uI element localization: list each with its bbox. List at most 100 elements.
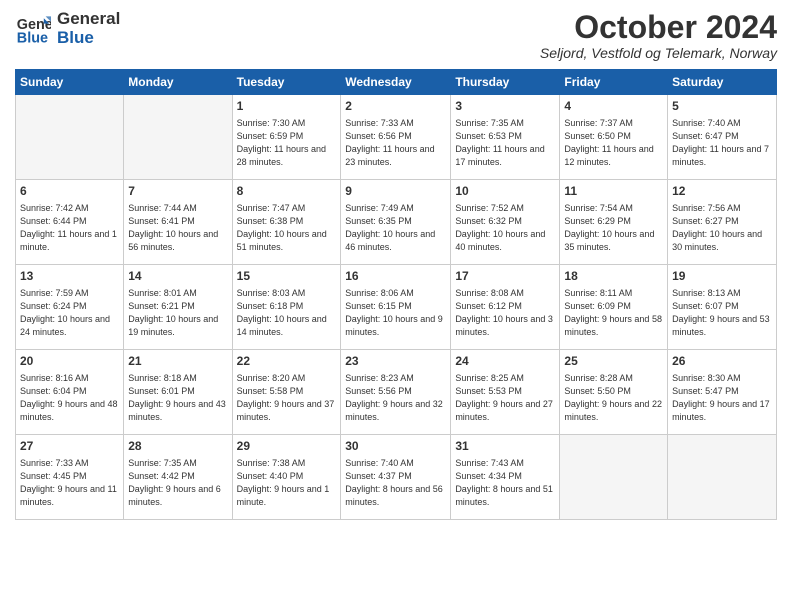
- calendar-cell: 18Sunrise: 8:11 AM Sunset: 6:09 PM Dayli…: [560, 265, 668, 350]
- calendar-cell: 30 Sunrise: 7:40 AM Sunset: 4:37 PM Dayli…: [341, 435, 451, 520]
- calendar-cell: 9 Sunrise: 7:49 AM Sunset: 6:35 PM Daylig…: [341, 180, 451, 265]
- day-number: 26: [672, 353, 772, 370]
- day-info: Sunrise: 7:40 AM Sunset: 6:47 PM Dayligh…: [672, 117, 772, 169]
- day-info: Sunrise: 7:54 AM Sunset: 6:29 PM Dayligh…: [564, 202, 663, 254]
- day-info: Sunrise: 8:01 AM Sunset: 6:21 PM Dayligh…: [128, 287, 227, 339]
- calendar-cell: 17 Sunrise: 8:08 AM Sunset: 6:12 PM Dayli…: [451, 265, 560, 350]
- calendar-cell: [16, 95, 124, 180]
- day-info: Sunrise: 7:33 AM Sunset: 4:45 PM Dayligh…: [20, 457, 119, 509]
- logo-general: General: [57, 10, 120, 29]
- calendar-cell: 7 Sunrise: 7:44 AM Sunset: 6:41 PM Daylig…: [124, 180, 232, 265]
- header: General Blue General Blue October 2024 S…: [15, 10, 777, 61]
- day-number: 2: [345, 98, 446, 115]
- day-info: Sunrise: 7:30 AM Sunset: 6:59 PM Dayligh…: [237, 117, 337, 169]
- day-number: 6: [20, 183, 119, 200]
- day-info: Sunrise: 7:35 AM Sunset: 6:53 PM Dayligh…: [455, 117, 555, 169]
- calendar-cell: 23 Sunrise: 8:23 AM Sunset: 5:56 PM Dayli…: [341, 350, 451, 435]
- calendar-cell: [668, 435, 777, 520]
- day-info: Sunrise: 7:37 AM Sunset: 6:50 PM Dayligh…: [564, 117, 663, 169]
- weekday-header-friday: Friday: [560, 70, 668, 95]
- day-number: 23: [345, 353, 446, 370]
- subtitle: Seljord, Vestfold og Telemark, Norway: [540, 45, 777, 61]
- weekday-header-wednesday: Wednesday: [341, 70, 451, 95]
- day-info: Sunrise: 8:08 AM Sunset: 6:12 PM Dayligh…: [455, 287, 555, 339]
- calendar-cell: 3 Sunrise: 7:35 AM Sunset: 6:53 PM Daylig…: [451, 95, 560, 180]
- calendar-cell: 6 Sunrise: 7:42 AM Sunset: 6:44 PM Daylig…: [16, 180, 124, 265]
- calendar-cell: 5Sunrise: 7:40 AM Sunset: 6:47 PM Daylig…: [668, 95, 777, 180]
- logo: General Blue General Blue: [15, 10, 120, 47]
- calendar-cell: 10 Sunrise: 7:52 AM Sunset: 6:32 PM Dayli…: [451, 180, 560, 265]
- calendar-body: 1 Sunrise: 7:30 AM Sunset: 6:59 PM Daylig…: [16, 95, 777, 520]
- calendar-cell: 12Sunrise: 7:56 AM Sunset: 6:27 PM Dayli…: [668, 180, 777, 265]
- calendar-cell: 16Sunrise: 8:06 AM Sunset: 6:15 PM Dayli…: [341, 265, 451, 350]
- calendar-cell: 22 Sunrise: 8:20 AM Sunset: 5:58 PM Dayli…: [232, 350, 341, 435]
- day-info: Sunrise: 7:56 AM Sunset: 6:27 PM Dayligh…: [672, 202, 772, 254]
- day-number: 24: [455, 353, 555, 370]
- title-area: October 2024 Seljord, Vestfold og Telema…: [540, 10, 777, 61]
- day-number: 1: [237, 98, 337, 115]
- day-info: Sunrise: 8:30 AM Sunset: 5:47 PM Dayligh…: [672, 372, 772, 424]
- calendar-cell: 11 Sunrise: 7:54 AM Sunset: 6:29 PM Dayli…: [560, 180, 668, 265]
- day-info: Sunrise: 7:47 AM Sunset: 6:38 PM Dayligh…: [237, 202, 337, 254]
- day-number: 20: [20, 353, 119, 370]
- day-info: Sunrise: 7:52 AM Sunset: 6:32 PM Dayligh…: [455, 202, 555, 254]
- day-info: Sunrise: 7:43 AM Sunset: 4:34 PM Dayligh…: [455, 457, 555, 509]
- day-number: 29: [237, 438, 337, 455]
- calendar-week-3: 13 Sunrise: 7:59 AM Sunset: 6:24 PM Dayli…: [16, 265, 777, 350]
- day-info: Sunrise: 8:06 AM Sunset: 6:15 PM Dayligh…: [345, 287, 446, 339]
- calendar-header-row: SundayMondayTuesdayWednesdayThursdayFrid…: [16, 70, 777, 95]
- day-info: Sunrise: 8:13 AM Sunset: 6:07 PM Dayligh…: [672, 287, 772, 339]
- day-info: Sunrise: 8:23 AM Sunset: 5:56 PM Dayligh…: [345, 372, 446, 424]
- day-number: 28: [128, 438, 227, 455]
- day-number: 13: [20, 268, 119, 285]
- day-info: Sunrise: 7:40 AM Sunset: 4:37 PM Dayligh…: [345, 457, 446, 509]
- calendar-table: SundayMondayTuesdayWednesdayThursdayFrid…: [15, 69, 777, 520]
- day-number: 22: [237, 353, 337, 370]
- svg-text:Blue: Blue: [17, 30, 48, 46]
- calendar-cell: 20Sunrise: 8:16 AM Sunset: 6:04 PM Dayli…: [16, 350, 124, 435]
- day-number: 30: [345, 438, 446, 455]
- calendar-week-5: 27 Sunrise: 7:33 AM Sunset: 4:45 PM Dayli…: [16, 435, 777, 520]
- day-number: 21: [128, 353, 227, 370]
- day-info: Sunrise: 7:44 AM Sunset: 6:41 PM Dayligh…: [128, 202, 227, 254]
- day-number: 17: [455, 268, 555, 285]
- day-number: 7: [128, 183, 227, 200]
- day-number: 15: [237, 268, 337, 285]
- day-number: 11: [564, 183, 663, 200]
- day-info: Sunrise: 8:25 AM Sunset: 5:53 PM Dayligh…: [455, 372, 555, 424]
- calendar-cell: 24 Sunrise: 8:25 AM Sunset: 5:53 PM Dayli…: [451, 350, 560, 435]
- day-number: 4: [564, 98, 663, 115]
- weekday-header-monday: Monday: [124, 70, 232, 95]
- day-number: 9: [345, 183, 446, 200]
- calendar-cell: [560, 435, 668, 520]
- weekday-header-saturday: Saturday: [668, 70, 777, 95]
- calendar-week-4: 20Sunrise: 8:16 AM Sunset: 6:04 PM Dayli…: [16, 350, 777, 435]
- day-number: 10: [455, 183, 555, 200]
- calendar-cell: 15Sunrise: 8:03 AM Sunset: 6:18 PM Dayli…: [232, 265, 341, 350]
- day-info: Sunrise: 8:28 AM Sunset: 5:50 PM Dayligh…: [564, 372, 663, 424]
- day-info: Sunrise: 8:11 AM Sunset: 6:09 PM Dayligh…: [564, 287, 663, 339]
- calendar-cell: 19Sunrise: 8:13 AM Sunset: 6:07 PM Dayli…: [668, 265, 777, 350]
- day-number: 8: [237, 183, 337, 200]
- logo-blue: Blue: [57, 29, 120, 48]
- day-info: Sunrise: 7:49 AM Sunset: 6:35 PM Dayligh…: [345, 202, 446, 254]
- day-info: Sunrise: 7:35 AM Sunset: 4:42 PM Dayligh…: [128, 457, 227, 509]
- day-number: 3: [455, 98, 555, 115]
- calendar-cell: 29Sunrise: 7:38 AM Sunset: 4:40 PM Dayli…: [232, 435, 341, 520]
- page: General Blue General Blue October 2024 S…: [0, 0, 792, 612]
- calendar-cell: 4 Sunrise: 7:37 AM Sunset: 6:50 PM Daylig…: [560, 95, 668, 180]
- calendar-cell: 31 Sunrise: 7:43 AM Sunset: 4:34 PM Dayli…: [451, 435, 560, 520]
- day-info: Sunrise: 8:20 AM Sunset: 5:58 PM Dayligh…: [237, 372, 337, 424]
- day-number: 27: [20, 438, 119, 455]
- main-title: October 2024: [540, 10, 777, 45]
- day-info: Sunrise: 7:59 AM Sunset: 6:24 PM Dayligh…: [20, 287, 119, 339]
- weekday-header-tuesday: Tuesday: [232, 70, 341, 95]
- calendar-cell: 26 Sunrise: 8:30 AM Sunset: 5:47 PM Dayli…: [668, 350, 777, 435]
- weekday-header-sunday: Sunday: [16, 70, 124, 95]
- day-info: Sunrise: 7:42 AM Sunset: 6:44 PM Dayligh…: [20, 202, 119, 254]
- day-number: 25: [564, 353, 663, 370]
- calendar-cell: 14Sunrise: 8:01 AM Sunset: 6:21 PM Dayli…: [124, 265, 232, 350]
- day-number: 31: [455, 438, 555, 455]
- logo-icon: General Blue: [15, 11, 51, 47]
- calendar-cell: 13 Sunrise: 7:59 AM Sunset: 6:24 PM Dayli…: [16, 265, 124, 350]
